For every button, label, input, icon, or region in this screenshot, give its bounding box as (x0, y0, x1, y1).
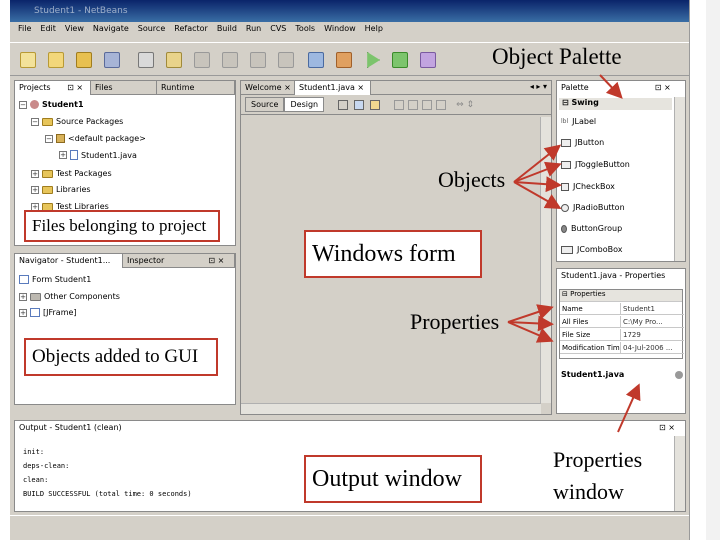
arrow-to-jbutton (513, 144, 562, 183)
arrow-to-properties-window (617, 383, 641, 433)
arrow-to-palette (599, 74, 623, 99)
arrow-to-jradiobutton (513, 181, 562, 209)
arrow-to-jcheckbox (513, 176, 562, 193)
annotation-arrows (507, 74, 641, 433)
arrow-to-name-prop (507, 304, 554, 323)
arrow-to-jtogglebutton (513, 161, 562, 183)
